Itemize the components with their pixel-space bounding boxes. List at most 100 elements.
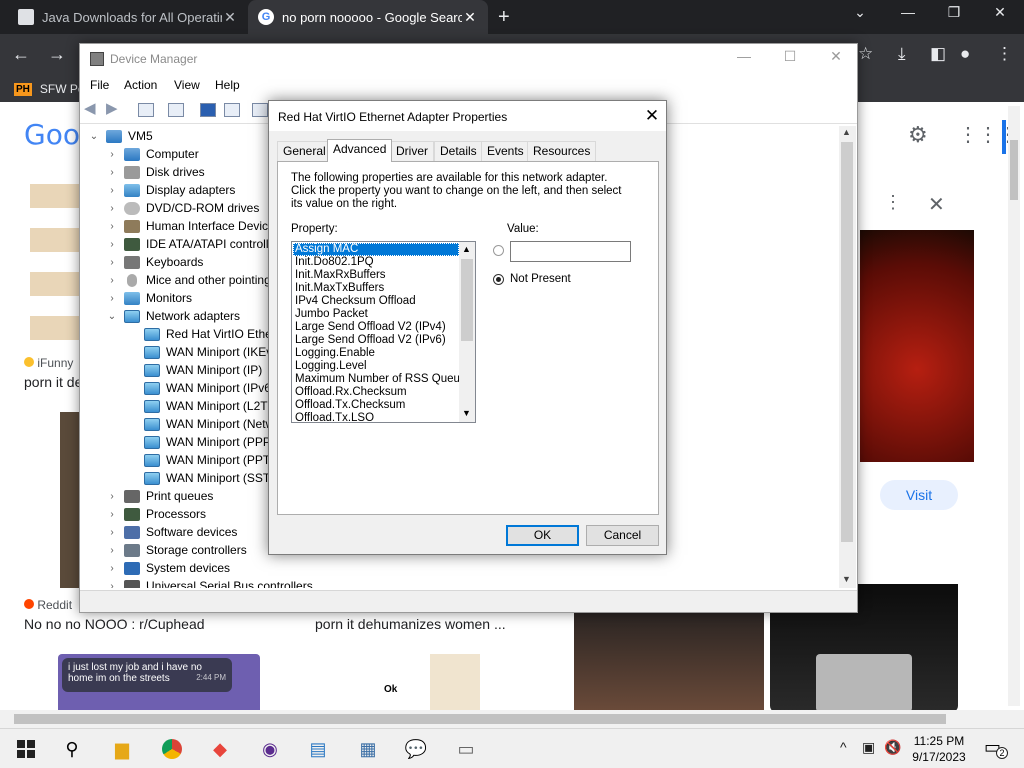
close-button[interactable]: ✕: [816, 48, 856, 65]
chevron-right-icon[interactable]: ›: [106, 203, 118, 214]
menu-help[interactable]: Help: [215, 78, 240, 92]
scroll-up-icon[interactable]: ▲: [842, 127, 851, 137]
volume-muted-icon[interactable]: 🔇: [884, 739, 901, 756]
chevron-down-icon[interactable]: ⌄: [106, 311, 118, 322]
back-arrow-icon[interactable]: ←: [12, 44, 30, 65]
tree-node[interactable]: › Human Interface Device: [106, 217, 274, 235]
chevron-right-icon[interactable]: ›: [106, 275, 118, 286]
tab-general[interactable]: General: [277, 141, 332, 161]
close-icon[interactable]: ✕: [640, 106, 664, 126]
tree-node[interactable]: WAN Miniport (SSTP: [126, 469, 278, 487]
not-present-radio[interactable]: [493, 274, 504, 285]
property-scrollbar[interactable]: ▲ ▼: [459, 242, 475, 422]
result-image-wojak[interactable]: [30, 164, 82, 344]
property-item[interactable]: Offload.Tx.Checksum: [293, 399, 459, 412]
search-icon[interactable]: ⚲: [60, 737, 84, 761]
tab-google-search[interactable]: G no porn nooooo - Google Search ✕: [248, 0, 488, 34]
tree-node[interactable]: WAN Miniport (PPP(: [126, 433, 275, 451]
chevron-right-icon[interactable]: ›: [106, 221, 118, 232]
tree-node[interactable]: › Processors: [106, 505, 206, 523]
menu-kebab-icon[interactable]: ⋮: [996, 44, 1013, 64]
tree-scrollbar[interactable]: ▲ ▼: [839, 126, 856, 588]
help-icon[interactable]: [200, 103, 216, 117]
settings-gear-icon[interactable]: ⚙: [908, 122, 928, 148]
chevron-right-icon[interactable]: ›: [106, 149, 118, 160]
download-icon[interactable]: ⤓: [898, 44, 906, 64]
tree-node[interactable]: WAN Miniport (PPTF: [126, 451, 278, 469]
tree-node[interactable]: › Universal Serial Bus controllers: [106, 577, 313, 588]
value-radio[interactable]: [493, 245, 504, 256]
property-item[interactable]: Maximum Number of RSS Queues: [293, 373, 459, 386]
tree-node[interactable]: › Disk drives: [106, 163, 204, 181]
dialog-titlebar[interactable]: Red Hat VirtIO Ethernet Adapter Properti…: [269, 101, 666, 131]
visit-button[interactable]: Visit: [880, 480, 958, 510]
action-pane-icon[interactable]: [224, 103, 240, 117]
ok-button[interactable]: OK: [506, 525, 579, 546]
device-manager-titlebar[interactable]: Device Manager — ☐ ✕: [80, 44, 857, 74]
side-panel-icon[interactable]: ◧: [930, 44, 946, 64]
scan-hardware-icon[interactable]: [252, 103, 268, 117]
tab-driver[interactable]: Driver: [390, 141, 434, 161]
property-item[interactable]: Assign MAC: [293, 243, 459, 256]
bookmark-sfw[interactable]: PH SFW Po: [14, 82, 85, 96]
tor-browser-icon[interactable]: ◉: [258, 737, 282, 761]
tab-advanced[interactable]: Advanced: [327, 139, 393, 162]
properties-icon[interactable]: [168, 103, 184, 117]
tree-node[interactable]: › IDE ATA/ATAPI controlle: [106, 235, 275, 253]
tree-node[interactable]: WAN Miniport (IPv6: [126, 379, 271, 397]
help-chat-icon[interactable]: 💬: [404, 737, 428, 761]
result-image-dark[interactable]: [60, 412, 80, 588]
chevron-right-icon[interactable]: ›: [106, 491, 118, 502]
tree-node[interactable]: WAN Miniport (IKEv: [126, 343, 272, 361]
more-options-icon[interactable]: ⋮: [884, 192, 902, 213]
result-title[interactable]: porn it de: [24, 374, 82, 390]
chevron-right-icon[interactable]: ›: [106, 563, 118, 574]
scroll-down-icon[interactable]: ▼: [842, 574, 851, 584]
chevron-right-icon[interactable]: ›: [106, 509, 118, 520]
property-item[interactable]: Large Send Offload V2 (IPv6): [293, 334, 459, 347]
bookmark-star-icon[interactable]: ☆: [858, 44, 873, 64]
tree-node[interactable]: › DVD/CD-ROM drives: [106, 199, 259, 217]
result-title[interactable]: No no no NOOO : r/Cuphead: [24, 616, 205, 632]
anydesk-icon[interactable]: ◆: [208, 737, 232, 761]
result-image-chat[interactable]: i just lost my job and i have no home im…: [58, 654, 260, 710]
tree-node[interactable]: › Storage controllers: [106, 541, 246, 559]
new-tab-button[interactable]: +: [498, 6, 510, 29]
chevron-right-icon[interactable]: ›: [106, 545, 118, 556]
tab-events[interactable]: Events: [481, 141, 530, 161]
menu-view[interactable]: View: [174, 78, 200, 92]
chevron-right-icon[interactable]: ›: [106, 167, 118, 178]
property-item[interactable]: Jumbo Packet: [293, 308, 459, 321]
chevron-down-icon[interactable]: ⌄: [88, 131, 100, 142]
scroll-up-icon[interactable]: ▲: [462, 244, 471, 254]
tab-resources[interactable]: Resources: [527, 141, 597, 161]
minimize-button[interactable]: —: [888, 4, 928, 20]
tree-node[interactable]: › Print queues: [106, 487, 213, 505]
tree-node[interactable]: › Mice and other pointing: [106, 271, 270, 289]
property-item[interactable]: Init.MaxTxBuffers: [293, 282, 459, 295]
tree-node[interactable]: › Software devices: [106, 523, 237, 541]
property-listbox[interactable]: Assign MAC Init.Do802.1PQ Init.MaxRxBuffer…: [291, 241, 476, 423]
device-manager-taskbar-icon[interactable]: ▦: [356, 737, 380, 761]
maximize-button[interactable]: ☐: [770, 48, 810, 65]
property-item[interactable]: Large Send Offload V2 (IPv4): [293, 321, 459, 334]
back-arrow-icon[interactable]: ◀: [84, 99, 100, 117]
tree-node[interactable]: › Monitors: [106, 289, 192, 307]
google-logo[interactable]: Goo: [24, 118, 80, 151]
property-item[interactable]: Offload.Tx.LSO: [293, 412, 459, 422]
tree-node[interactable]: WAN Miniport (L2TP: [126, 397, 276, 415]
chevron-right-icon[interactable]: ›: [106, 581, 118, 589]
chevron-right-icon[interactable]: ›: [106, 257, 118, 268]
result-image-podcast[interactable]: [574, 612, 764, 710]
tree-node[interactable]: WAN Miniport (Netw: [126, 415, 274, 433]
menu-action[interactable]: Action: [124, 78, 157, 92]
close-preview-icon[interactable]: ✕: [928, 192, 945, 217]
forward-arrow-icon[interactable]: ▶: [106, 99, 122, 117]
property-item[interactable]: Logging.Level: [293, 360, 459, 373]
close-tab-icon[interactable]: ✕: [462, 9, 478, 26]
property-item[interactable]: IPv4 Checksum Offload: [293, 295, 459, 308]
tree-node[interactable]: › Keyboards: [106, 253, 203, 271]
cancel-button[interactable]: Cancel: [586, 525, 659, 546]
notification-center-icon[interactable]: ▭ 2: [984, 737, 1008, 759]
tree-node[interactable]: Red Hat VirtIO Etherr: [126, 325, 280, 343]
